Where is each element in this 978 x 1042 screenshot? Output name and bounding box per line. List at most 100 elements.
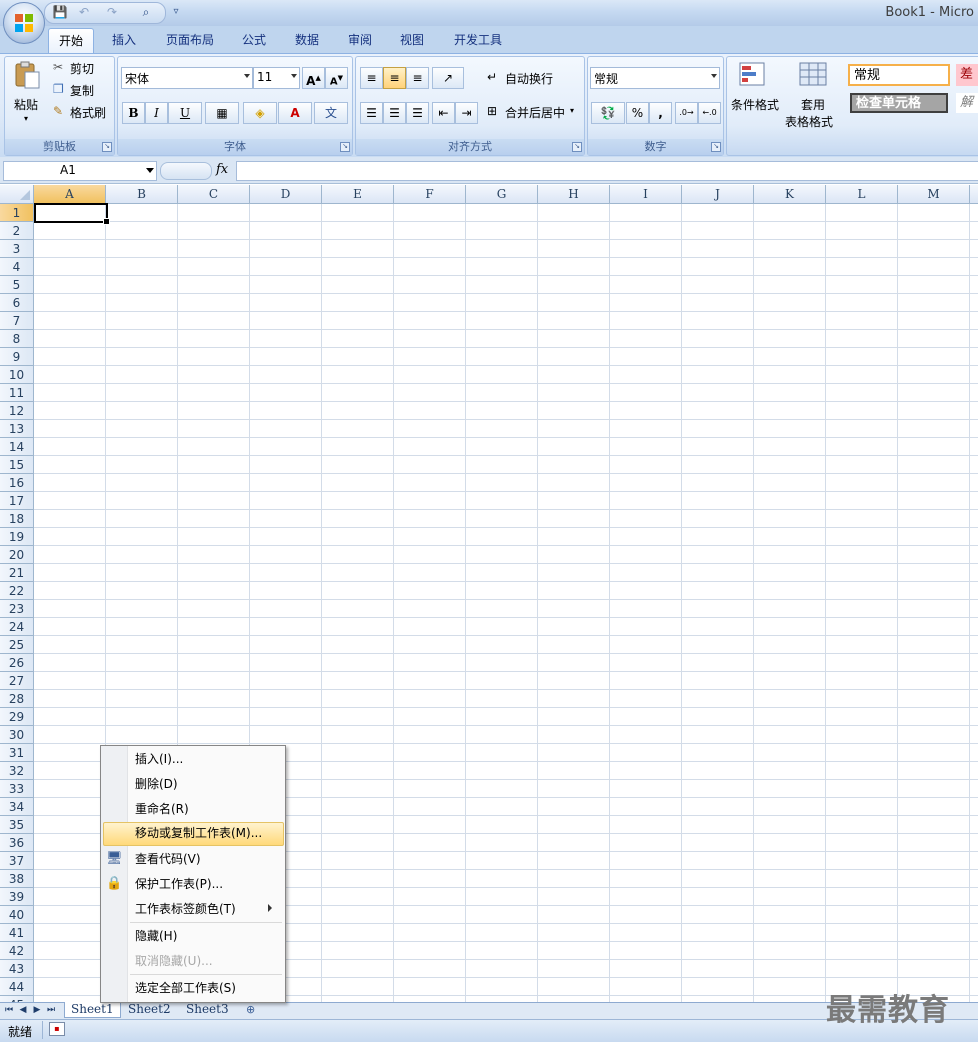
row-header-16[interactable]: 16 [0,474,34,492]
active-cell[interactable] [34,203,108,223]
accounting-format-icon[interactable]: 💱 [591,102,625,124]
increase-decimal-icon[interactable]: .0→ [675,102,698,124]
column-header-g[interactable]: G [466,185,538,203]
tab-insert[interactable]: 插入 [102,28,146,52]
format-as-table-label2[interactable]: 表格格式 [785,113,833,130]
prev-sheet-icon[interactable]: ◀ [18,1004,28,1016]
row-header-23[interactable]: 23 [0,600,34,618]
tab-data[interactable]: 数据 [285,28,329,52]
tab-view[interactable]: 视图 [390,28,434,52]
column-header-d[interactable]: D [250,185,322,203]
row-header-42[interactable]: 42 [0,942,34,960]
column-header-i[interactable]: I [610,185,682,203]
row-header-28[interactable]: 28 [0,690,34,708]
row-header-41[interactable]: 41 [0,924,34,942]
row-header-11[interactable]: 11 [0,384,34,402]
last-sheet-icon[interactable]: ⏭ [46,1004,56,1016]
undo-icon[interactable]: ↶ [76,4,92,20]
save-icon[interactable]: 💾 [52,4,68,20]
row-header-21[interactable]: 21 [0,564,34,582]
sheet-tab-2[interactable]: Sheet2 [122,1002,177,1017]
row-header-33[interactable]: 33 [0,780,34,798]
merge-center-button[interactable]: 合并后居中 [505,104,565,121]
next-sheet-icon[interactable]: ▶ [32,1004,42,1016]
menu-item-select-all-sheets[interactable]: 选定全部工作表(S) [135,977,236,999]
align-middle-icon[interactable]: ≡ [383,67,406,89]
row-header-34[interactable]: 34 [0,798,34,816]
font-launcher-icon[interactable]: ↘ [340,142,350,152]
tab-review[interactable]: 审阅 [338,28,382,52]
row-header-3[interactable]: 3 [0,240,34,258]
column-header-a[interactable]: A [34,185,106,203]
print-preview-icon[interactable]: ⌕ [138,4,154,20]
style-bad[interactable]: 差 [956,64,978,86]
wrap-text-button[interactable]: 自动换行 [505,70,553,87]
menu-item-delete[interactable]: 删除(D) [135,773,178,795]
row-header-13[interactable]: 13 [0,420,34,438]
comma-button[interactable]: , [649,102,672,124]
paste-button[interactable]: 粘贴 [14,96,38,113]
column-header-f[interactable]: F [394,185,466,203]
first-sheet-icon[interactable]: ⏮ [4,1004,14,1016]
column-header-e[interactable]: E [322,185,394,203]
insert-function-button[interactable]: fx [216,162,228,177]
row-header-19[interactable]: 19 [0,528,34,546]
percent-button[interactable]: % [626,102,649,124]
row-header-27[interactable]: 27 [0,672,34,690]
menu-item-tab-color[interactable]: 工作表标签颜色(T) [135,898,236,920]
name-box[interactable] [3,161,157,181]
style-explanatory[interactable]: 解 [956,93,978,113]
border-icon[interactable]: ▦ [205,102,239,124]
insert-sheet-icon[interactable]: ⊕ [246,1003,255,1016]
row-header-40[interactable]: 40 [0,906,34,924]
merge-dropdown-icon[interactable]: ▾ [570,106,574,115]
row-header-22[interactable]: 22 [0,582,34,600]
format-painter-button[interactable]: 格式刷 [70,104,106,121]
fill-handle[interactable] [103,218,110,225]
column-header-h[interactable]: H [538,185,610,203]
phonetic-button[interactable]: 文 [314,102,348,124]
tab-home[interactable]: 开始 [48,28,95,53]
redo-icon[interactable]: ↷ [104,4,120,20]
increase-indent-icon[interactable]: ⇥ [455,102,478,124]
sheet-tab-3[interactable]: Sheet3 [180,1002,235,1017]
row-header-14[interactable]: 14 [0,438,34,456]
row-header-37[interactable]: 37 [0,852,34,870]
italic-button[interactable]: I [145,102,168,124]
column-header-j[interactable]: J [682,185,754,203]
style-check-cell[interactable]: 检查单元格 [850,93,948,113]
font-size-combo[interactable]: 11 [253,67,300,89]
menu-item-insert[interactable]: 插入(I)... [135,748,183,770]
row-header-26[interactable]: 26 [0,654,34,672]
customize-qat-icon[interactable]: ▿ [168,4,184,20]
row-header-20[interactable]: 20 [0,546,34,564]
align-center-icon[interactable]: ☰ [383,102,406,124]
number-format-combo[interactable]: 常规 [590,67,720,89]
row-header-25[interactable]: 25 [0,636,34,654]
font-color-button[interactable]: A [278,102,312,124]
grow-font-button[interactable]: A▲ [302,67,325,89]
row-header-10[interactable]: 10 [0,366,34,384]
row-header-24[interactable]: 24 [0,618,34,636]
row-header-2[interactable]: 2 [0,222,34,240]
copy-button[interactable]: 复制 [70,82,94,99]
orientation-icon[interactable]: ↗ [432,67,464,89]
clipboard-launcher-icon[interactable]: ↘ [102,142,112,152]
formula-input[interactable] [236,161,978,181]
menu-item-move-copy[interactable]: 移动或复制工作表(M)... [135,822,262,844]
row-header-31[interactable]: 31 [0,744,34,762]
row-header-43[interactable]: 43 [0,960,34,978]
column-header-b[interactable]: B [106,185,178,203]
font-name-combo[interactable]: 宋体 [121,67,253,89]
row-header-18[interactable]: 18 [0,510,34,528]
row-header-35[interactable]: 35 [0,816,34,834]
tab-developer[interactable]: 开发工具 [444,28,512,52]
bold-button[interactable]: B [122,102,145,124]
column-header-l[interactable]: L [826,185,898,203]
align-right-icon[interactable]: ☰ [406,102,429,124]
name-box-dropdown-icon[interactable] [146,168,154,173]
fill-color-icon[interactable]: ◈ [243,102,277,124]
office-button[interactable] [3,2,45,44]
underline-button[interactable]: U [168,102,202,124]
row-header-30[interactable]: 30 [0,726,34,744]
